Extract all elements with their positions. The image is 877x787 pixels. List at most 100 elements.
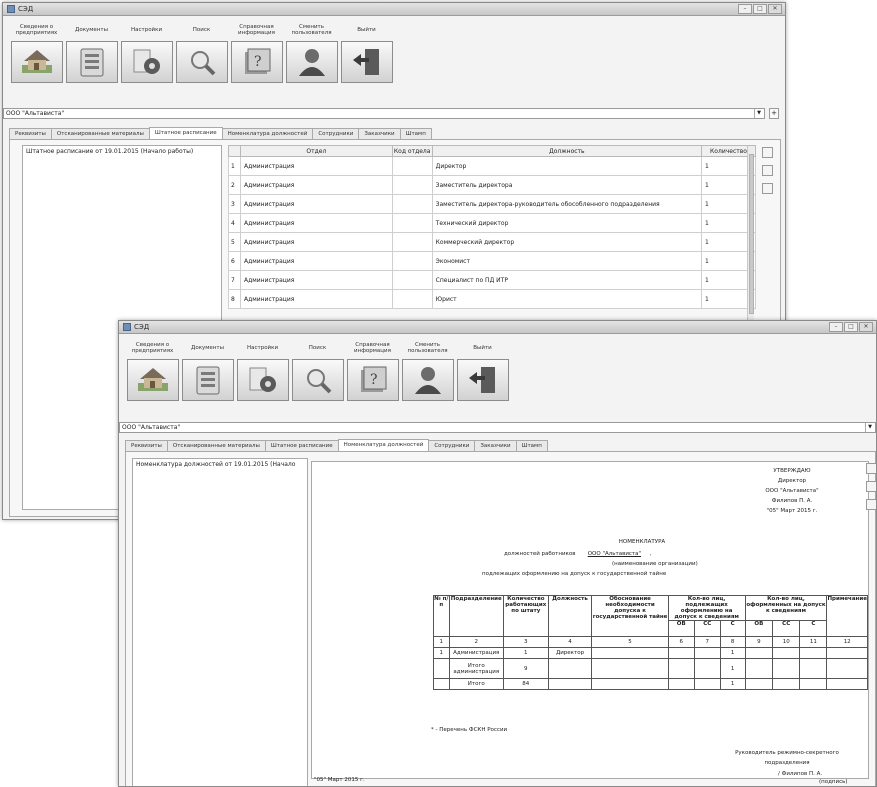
cell-position: Заместитель директора — [431, 175, 703, 195]
cell-code — [391, 232, 433, 252]
tab-requisites[interactable]: Реквизиты — [125, 440, 168, 451]
minimize-button[interactable]: – — [738, 4, 752, 14]
column-header[interactable]: Должность — [431, 145, 703, 157]
column-header: Количество работающих по штату — [503, 595, 549, 637]
table-row[interactable]: 4 Администрация Технический директор 1 — [228, 213, 756, 233]
tab-employees[interactable]: Сотрудники — [428, 440, 476, 451]
table-scrollbar[interactable] — [747, 146, 754, 322]
cell-code — [391, 194, 433, 214]
chevron-down-icon[interactable]: ▼ — [865, 423, 874, 432]
column-header: Подразделение — [448, 595, 505, 637]
column-number: 5 — [591, 636, 669, 648]
chevron-down-icon[interactable]: ▼ — [754, 109, 763, 118]
tool-switch-user[interactable]: Сменить пользователя — [400, 337, 455, 401]
tab-stamp[interactable]: Штамп — [399, 128, 432, 139]
tab-customers[interactable]: Заказчики — [474, 440, 517, 451]
table-row[interactable]: 1 Администрация Директор 1 — [228, 156, 756, 176]
tool-label: Справочная информация — [238, 23, 275, 37]
list-item[interactable]: Штатное расписание от 19.01.2015 (Начало… — [23, 146, 221, 157]
organization-select[interactable]: ООО "Альтависта" ▼ — [119, 422, 876, 433]
close-button[interactable]: ✕ — [859, 322, 873, 332]
tool-enterprises[interactable]: Сведения о предприятиях — [125, 337, 180, 401]
tool-settings[interactable]: Настройки — [235, 337, 290, 401]
undo-icon[interactable] — [762, 183, 773, 194]
tool-exit[interactable]: Выйти — [339, 19, 394, 83]
cell-position: Специалист по ПД ИТР — [431, 270, 703, 290]
column-header: № п/п — [433, 595, 450, 637]
tool-documents[interactable]: Документы — [64, 19, 119, 83]
table-row[interactable]: 5 Администрация Коммерческий директор 1 — [228, 232, 756, 252]
tool-label: Документы — [75, 26, 108, 33]
close-button[interactable]: ✕ — [768, 4, 782, 14]
window-title: СЭД — [18, 5, 34, 13]
tab-positions-nomenclature[interactable]: Номенклатура должностей — [221, 128, 314, 139]
table-row[interactable]: 8 Администрация Юрист 1 — [228, 289, 756, 309]
column-header[interactable] — [228, 145, 241, 157]
cell-dept: Администрация — [239, 270, 393, 290]
approve-title: УТВЕРЖДАЮ — [773, 468, 811, 474]
switch-user-button[interactable] — [401, 359, 454, 401]
tab-scanned-materials[interactable]: Отсканированные материалы — [50, 128, 150, 139]
documents-button[interactable] — [65, 41, 118, 83]
save-icon[interactable] — [762, 165, 773, 176]
cell-code — [391, 156, 433, 176]
cell-code — [391, 270, 433, 290]
maximize-button[interactable]: □ — [844, 322, 858, 332]
tab-positions-nomenclature[interactable]: Номенклатура должностей — [337, 439, 430, 451]
table-row[interactable]: 3 Администрация Заместитель директора-руко… — [228, 194, 756, 214]
settings-button[interactable] — [236, 359, 289, 401]
tool-label: Сменить пользователя — [407, 341, 448, 355]
exit-button[interactable] — [340, 41, 393, 83]
documents-button[interactable] — [181, 359, 234, 401]
cell-c: 1 — [719, 678, 746, 690]
table-row[interactable]: 6 Администрация Экономист 1 — [228, 251, 756, 271]
tool-exit[interactable]: Выйти — [455, 337, 510, 401]
column-header[interactable]: Отдел — [239, 145, 393, 157]
reference-button[interactable]: ? — [346, 359, 399, 401]
tab-staffing[interactable]: Штатное расписание — [264, 440, 339, 451]
reference-button[interactable]: ? — [230, 41, 283, 83]
tab-customers[interactable]: Заказчики — [358, 128, 401, 139]
row-number: 8 — [228, 289, 241, 309]
tool-search[interactable]: Поиск — [174, 19, 229, 83]
tool-reference[interactable]: Справочная информация ? — [229, 19, 284, 83]
tab-staffing[interactable]: Штатное расписание — [148, 127, 223, 139]
column-header[interactable]: Код отдела — [391, 145, 433, 157]
tool-label: Сменить пользователя — [291, 23, 332, 37]
table-row[interactable]: 7 Администрация Специалист по ПД ИТР 1 — [228, 270, 756, 290]
tab-requisites[interactable]: Реквизиты — [9, 128, 52, 139]
tab-stamp[interactable]: Штамп — [515, 440, 548, 451]
tool-search[interactable]: Поиск — [290, 337, 345, 401]
add-row-icon[interactable] — [762, 147, 773, 158]
maximize-button[interactable]: □ — [753, 4, 767, 14]
exit-door-icon — [352, 49, 379, 75]
undo-icon[interactable] — [866, 499, 876, 510]
tool-enterprises[interactable]: Сведения о предприятиях — [9, 19, 64, 83]
tool-settings[interactable]: Настройки — [119, 19, 174, 83]
table-row[interactable]: 2 Администрация Заместитель директора 1 — [228, 175, 756, 195]
tool-switch-user[interactable]: Сменить пользователя — [284, 19, 339, 83]
settings-button[interactable] — [120, 41, 173, 83]
column-header: Обоснование необходимости допуска к госу… — [591, 595, 669, 637]
tab-scanned-materials[interactable]: Отсканированные материалы — [166, 440, 266, 451]
enterprises-button[interactable] — [126, 359, 179, 401]
enterprises-button[interactable] — [10, 41, 63, 83]
scrollbar-thumb[interactable] — [749, 154, 754, 314]
cell-c: 1 — [719, 647, 746, 659]
list-item[interactable]: Номенклатура должностей от 19.01.2015 (Н… — [133, 459, 307, 470]
switch-user-button[interactable] — [285, 41, 338, 83]
tab-employees[interactable]: Сотрудники — [312, 128, 360, 139]
exit-button[interactable] — [456, 359, 509, 401]
save-icon[interactable] — [866, 481, 876, 492]
add-organization-button[interactable]: + — [769, 108, 779, 119]
search-button[interactable] — [175, 41, 228, 83]
cell-code — [391, 289, 433, 309]
table-row: 1 2 3 4 5 6 7 8 9 10 11 12 — [433, 636, 868, 648]
title-bar: СЭД – □ ✕ — [3, 3, 785, 16]
tool-documents[interactable]: Документы — [180, 337, 235, 401]
organization-select[interactable]: ООО "Альтависта" ▼ — [3, 108, 765, 119]
tool-reference[interactable]: Справочная информация ? — [345, 337, 400, 401]
search-button[interactable] — [291, 359, 344, 401]
print-icon[interactable] — [866, 463, 876, 474]
minimize-button[interactable]: – — [829, 322, 843, 332]
